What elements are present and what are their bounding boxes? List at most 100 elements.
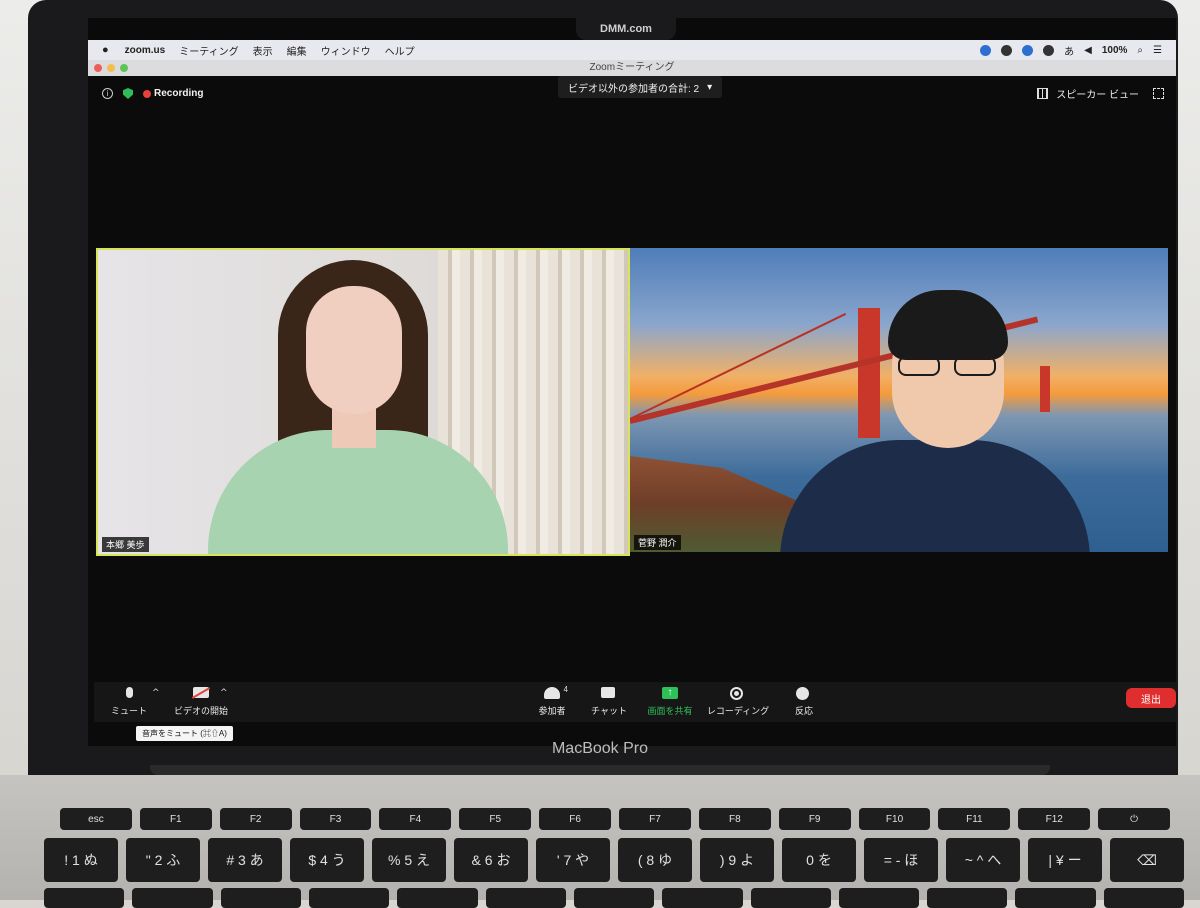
share-arrow-icon: ↑ (662, 687, 678, 699)
participants-button[interactable]: 4 参加者 (528, 682, 576, 722)
participants-icon (544, 687, 560, 699)
recording-label: Recording (154, 88, 204, 99)
key[interactable] (132, 888, 213, 908)
reactions-button[interactable]: 反応 (782, 682, 826, 722)
video-tile-participant-1[interactable]: 本郷 美歩 (96, 248, 630, 556)
key-1[interactable]: ! 1 ぬ (44, 838, 118, 882)
key-f7[interactable]: F7 (619, 808, 691, 830)
key-minus[interactable]: = - ほ (864, 838, 938, 882)
key-3[interactable]: # 3 あ (208, 838, 282, 882)
mute-button[interactable]: ミュート (102, 682, 156, 722)
zoom-meeting-area: i Recording ビデオ以外の参加者の合計: 2 ▾ スピーカー ビュー (88, 76, 1176, 746)
key[interactable] (573, 888, 655, 908)
camera-brand-label: DMM.com (600, 23, 652, 35)
recording-indicator[interactable]: Recording (143, 88, 203, 99)
menu-view[interactable]: 表示 (253, 43, 273, 58)
zoom-status-icon[interactable] (980, 44, 992, 56)
notification-center-icon[interactable]: ☰ (1153, 45, 1162, 56)
key-f5[interactable]: F5 (459, 808, 532, 830)
view-switcher[interactable]: スピーカー ビュー (1037, 86, 1164, 101)
key[interactable] (220, 888, 301, 908)
participant-2-video (780, 290, 1090, 552)
video-tile-participant-2[interactable]: 菅野 潤介 (630, 248, 1168, 552)
wifi-icon[interactable] (1043, 44, 1055, 56)
participants-count: 4 (563, 685, 568, 694)
key-f2[interactable]: F2 (219, 808, 292, 830)
key-f11[interactable]: F11 (938, 808, 1011, 830)
encryption-shield-icon[interactable] (123, 88, 133, 99)
video-off-icon (193, 687, 209, 698)
key-0[interactable]: 0 を (782, 838, 856, 882)
key-f10[interactable]: F10 (858, 808, 931, 830)
key-f1[interactable]: F1 (139, 808, 212, 830)
chevron-down-icon: ▾ (707, 81, 713, 93)
letter-key-row (44, 888, 1185, 908)
delete-key-icon[interactable]: ⌫ (1110, 838, 1184, 882)
meeting-info-icon[interactable]: i (102, 88, 113, 99)
menu-app[interactable]: zoom.us (125, 45, 166, 56)
fullscreen-icon[interactable] (1153, 88, 1164, 99)
key-2[interactable]: " 2 ふ (126, 838, 200, 882)
key-7[interactable]: ' 7 や (536, 838, 610, 882)
key-f4[interactable]: F4 (379, 808, 452, 830)
zoom-window-button[interactable] (120, 64, 128, 72)
key[interactable] (397, 888, 478, 908)
participant-2-name: 菅野 潤介 (634, 535, 681, 550)
key[interactable] (1103, 888, 1185, 908)
key[interactable] (44, 888, 125, 908)
recording-label-button: レコーディング (706, 706, 770, 716)
key-f3[interactable]: F3 (299, 808, 372, 830)
laptop-hinge (150, 765, 1050, 775)
macos-menubar: ● zoom.us ミーティング 表示 編集 ウィンドウ ヘルプ あ ◀ 100… (88, 40, 1176, 60)
power-key-icon[interactable]: ⏻ (1098, 808, 1171, 830)
apple-menu-icon[interactable]: ● (102, 44, 109, 56)
volume-icon[interactable]: ◀ (1084, 45, 1092, 56)
key[interactable] (485, 888, 566, 908)
recording-button[interactable]: レコーディング (702, 682, 774, 722)
input-method-indicator[interactable]: あ (1064, 43, 1074, 58)
menu-edit[interactable]: 編集 (287, 43, 307, 58)
key-caret[interactable]: ~ ^ へ (946, 838, 1020, 882)
leave-button[interactable]: 退出 (1126, 688, 1176, 708)
menu-window[interactable]: ウィンドウ (321, 43, 371, 58)
menu-help[interactable]: ヘルプ (385, 43, 415, 58)
chat-button[interactable]: チャット (584, 682, 634, 722)
key[interactable] (927, 888, 1008, 908)
key-9[interactable]: ) 9 よ (700, 838, 774, 882)
camera-status-icon[interactable] (1001, 44, 1013, 56)
non-video-participants-label: ビデオ以外の参加者の合計: 2 (568, 83, 700, 95)
key-f12[interactable]: F12 (1018, 808, 1091, 830)
key[interactable] (662, 888, 743, 908)
key-f6[interactable]: F6 (539, 808, 612, 830)
video-options-caret-icon[interactable]: ^ (220, 688, 228, 698)
battery-label[interactable]: 100% (1102, 45, 1128, 56)
sync-status-icon[interactable] (1022, 44, 1034, 56)
spotlight-search-icon[interactable]: ⌕ (1137, 45, 1143, 56)
key[interactable] (1015, 888, 1096, 908)
menu-meeting[interactable]: ミーティング (179, 43, 238, 58)
key[interactable] (308, 888, 390, 908)
number-key-row: ! 1 ぬ " 2 ふ # 3 あ $ 4 う % 5 え & 6 お ' 7 … (44, 838, 1184, 882)
key-4[interactable]: $ 4 う (290, 838, 364, 882)
key-yen[interactable]: | ¥ ー (1028, 838, 1102, 882)
participant-1-name: 本郷 美歩 (102, 537, 149, 552)
key-f8[interactable]: F8 (698, 808, 771, 830)
record-icon (730, 687, 743, 700)
key-5[interactable]: % 5 え (372, 838, 446, 882)
share-screen-button[interactable]: ↑ 画面を共有 (642, 682, 698, 722)
close-window-button[interactable] (94, 64, 102, 72)
audio-options-caret-icon[interactable]: ^ (152, 688, 160, 698)
window-titlebar: Zoomミーティング (88, 60, 1176, 76)
key-esc[interactable]: esc (60, 808, 132, 830)
window-controls (94, 64, 128, 72)
key-8[interactable]: ( 8 ゆ (618, 838, 692, 882)
minimize-window-button[interactable] (107, 64, 115, 72)
non-video-participants-dropdown[interactable]: ビデオ以外の参加者の合計: 2 ▾ (558, 76, 723, 98)
key[interactable] (750, 888, 831, 908)
participants-label: 参加者 (538, 706, 566, 716)
mute-label: ミュート (110, 706, 147, 716)
key-6[interactable]: & 6 お (454, 838, 528, 882)
key[interactable] (838, 888, 920, 908)
chat-label: チャット (591, 706, 627, 716)
key-f9[interactable]: F9 (778, 808, 851, 830)
